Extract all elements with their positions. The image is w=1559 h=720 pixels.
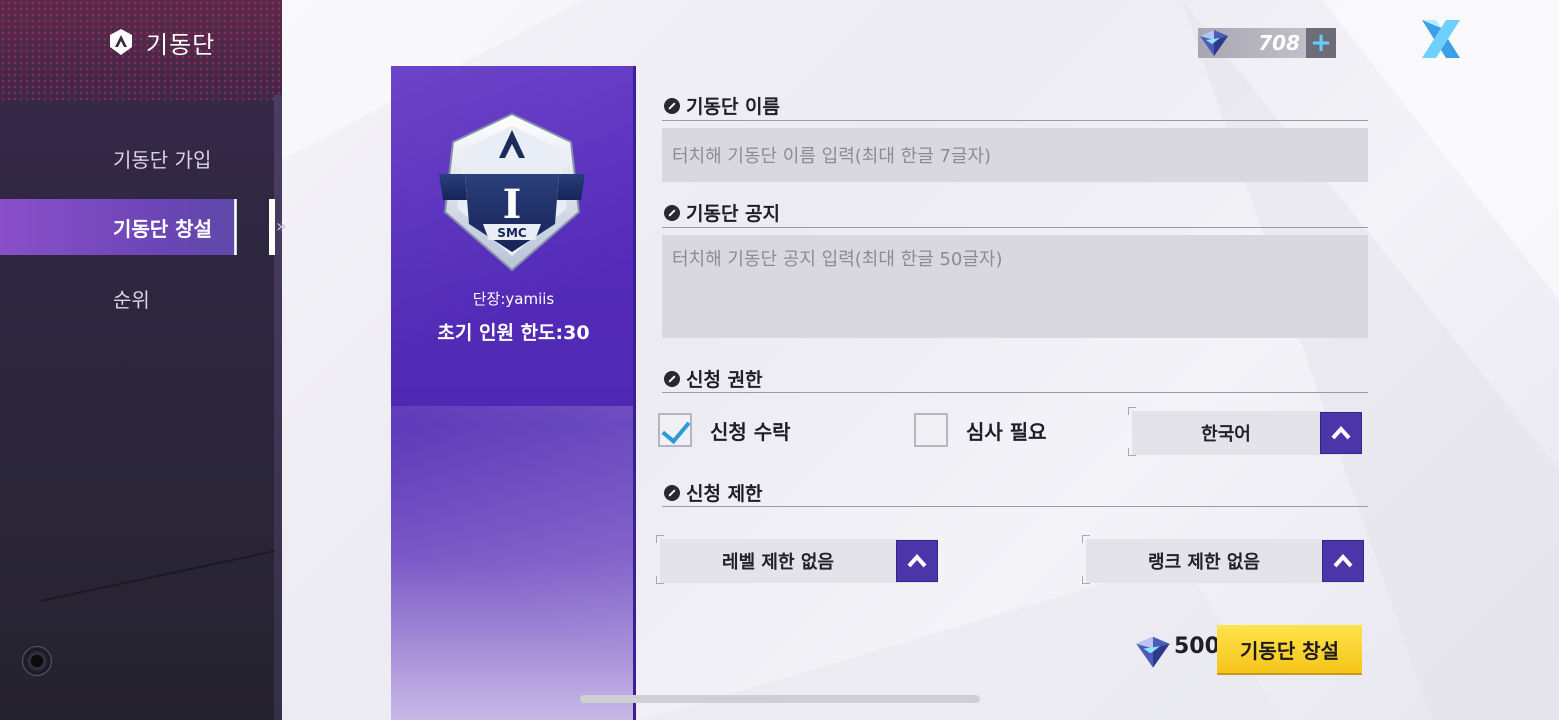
sidebar-item-label: 기동단 창설: [113, 216, 212, 241]
creation-cost: 500: [1174, 634, 1220, 659]
permission-section-title: 신청 권한: [664, 365, 763, 392]
pencil-icon: [664, 204, 680, 221]
sidebar-title-text: 기동단: [146, 30, 216, 59]
section-divider: [662, 227, 1368, 228]
leader-name: 단장:yamiis: [472, 290, 555, 308]
home-indicator[interactable]: [580, 695, 980, 703]
create-guild-button[interactable]: 기동단 창설: [1217, 625, 1362, 673]
sidebar-item-label: 순위: [113, 287, 150, 312]
language-dropdown[interactable]: 한국어: [1132, 411, 1362, 455]
level-restriction-dropdown[interactable]: 레벨 제한 없음: [660, 539, 938, 583]
emblem-tag: SMC: [497, 226, 527, 240]
close-icon[interactable]: [1418, 16, 1464, 62]
restriction-section-label: 신청 제한: [686, 483, 763, 505]
chevron-right-icon: »: [276, 216, 288, 237]
knob-icon: [22, 646, 52, 676]
level-restriction-value: 레벨 제한 없음: [722, 552, 834, 573]
emblem-letter: I: [503, 181, 522, 228]
name-section-title: 기동단 이름: [664, 92, 780, 119]
accept-checkbox[interactable]: [658, 413, 692, 447]
banner-highlight: [391, 406, 633, 720]
sidebar-edge: [274, 95, 282, 720]
language-value: 한국어: [1201, 424, 1251, 445]
guild-notice-placeholder: 터치해 기동단 공지 입력(최대 한글 50글자): [672, 249, 1003, 270]
review-checkbox[interactable]: [914, 413, 948, 447]
rank-restriction-dropdown[interactable]: 랭크 제한 없음: [1086, 539, 1364, 583]
sidebar-item-create[interactable]: 기동단 창설: [0, 199, 275, 255]
sidebar-title: 기동단: [108, 26, 216, 59]
currency-display: 708 +: [1198, 28, 1336, 58]
permission-section-label: 신청 권한: [686, 369, 763, 391]
accept-option[interactable]: 신청 수락: [658, 413, 791, 447]
notice-section-title: 기동단 공지: [664, 199, 780, 226]
section-divider: [662, 506, 1368, 507]
chevron-up-icon[interactable]: [1320, 412, 1362, 454]
member-limit: 초기 인원 한도:30: [437, 322, 590, 344]
guild-icon: [110, 29, 132, 55]
section-divider: [662, 120, 1368, 121]
chevron-up-icon[interactable]: [1322, 540, 1364, 582]
chevron-up-icon[interactable]: [896, 540, 938, 582]
name-section-label: 기동단 이름: [686, 96, 781, 118]
rank-restriction-value: 랭크 제한 없음: [1148, 552, 1260, 573]
sidebar-item-label: 기동단 가입: [113, 147, 212, 172]
guild-name-input[interactable]: 터치해 기동단 이름 입력(최대 한글 7글자): [662, 128, 1368, 182]
guild-banner: I SMC 단장:yamiis 초기 인원 한도:30: [391, 66, 636, 720]
gem-icon: [1200, 30, 1228, 56]
notice-section-label: 기동단 공지: [686, 203, 781, 225]
review-label: 심사 필요: [966, 419, 1047, 444]
guild-notice-input[interactable]: 터치해 기동단 공지 입력(최대 한글 50글자): [662, 235, 1368, 338]
pencil-icon: [664, 484, 680, 501]
currency-amount: 708: [1258, 31, 1300, 55]
pencil-icon: [664, 370, 680, 387]
accept-label: 신청 수락: [710, 419, 791, 444]
gem-icon: [1136, 636, 1170, 668]
pencil-icon: [664, 97, 680, 114]
guild-name-placeholder: 터치해 기동단 이름 입력(최대 한글 7글자): [672, 146, 992, 167]
sidebar-item-join[interactable]: 기동단 가입: [0, 130, 282, 186]
review-option[interactable]: 심사 필요: [914, 413, 1047, 447]
guild-emblem-icon: I SMC: [439, 112, 585, 272]
section-divider: [662, 392, 1368, 393]
restriction-section-title: 신청 제한: [664, 479, 763, 506]
sidebar-item-ranking[interactable]: 순위: [0, 270, 282, 326]
sidebar: 기동단 기동단 가입 기동단 창설 순위: [0, 0, 282, 720]
sidebar-divider: [39, 550, 275, 602]
add-currency-button[interactable]: +: [1306, 28, 1336, 58]
